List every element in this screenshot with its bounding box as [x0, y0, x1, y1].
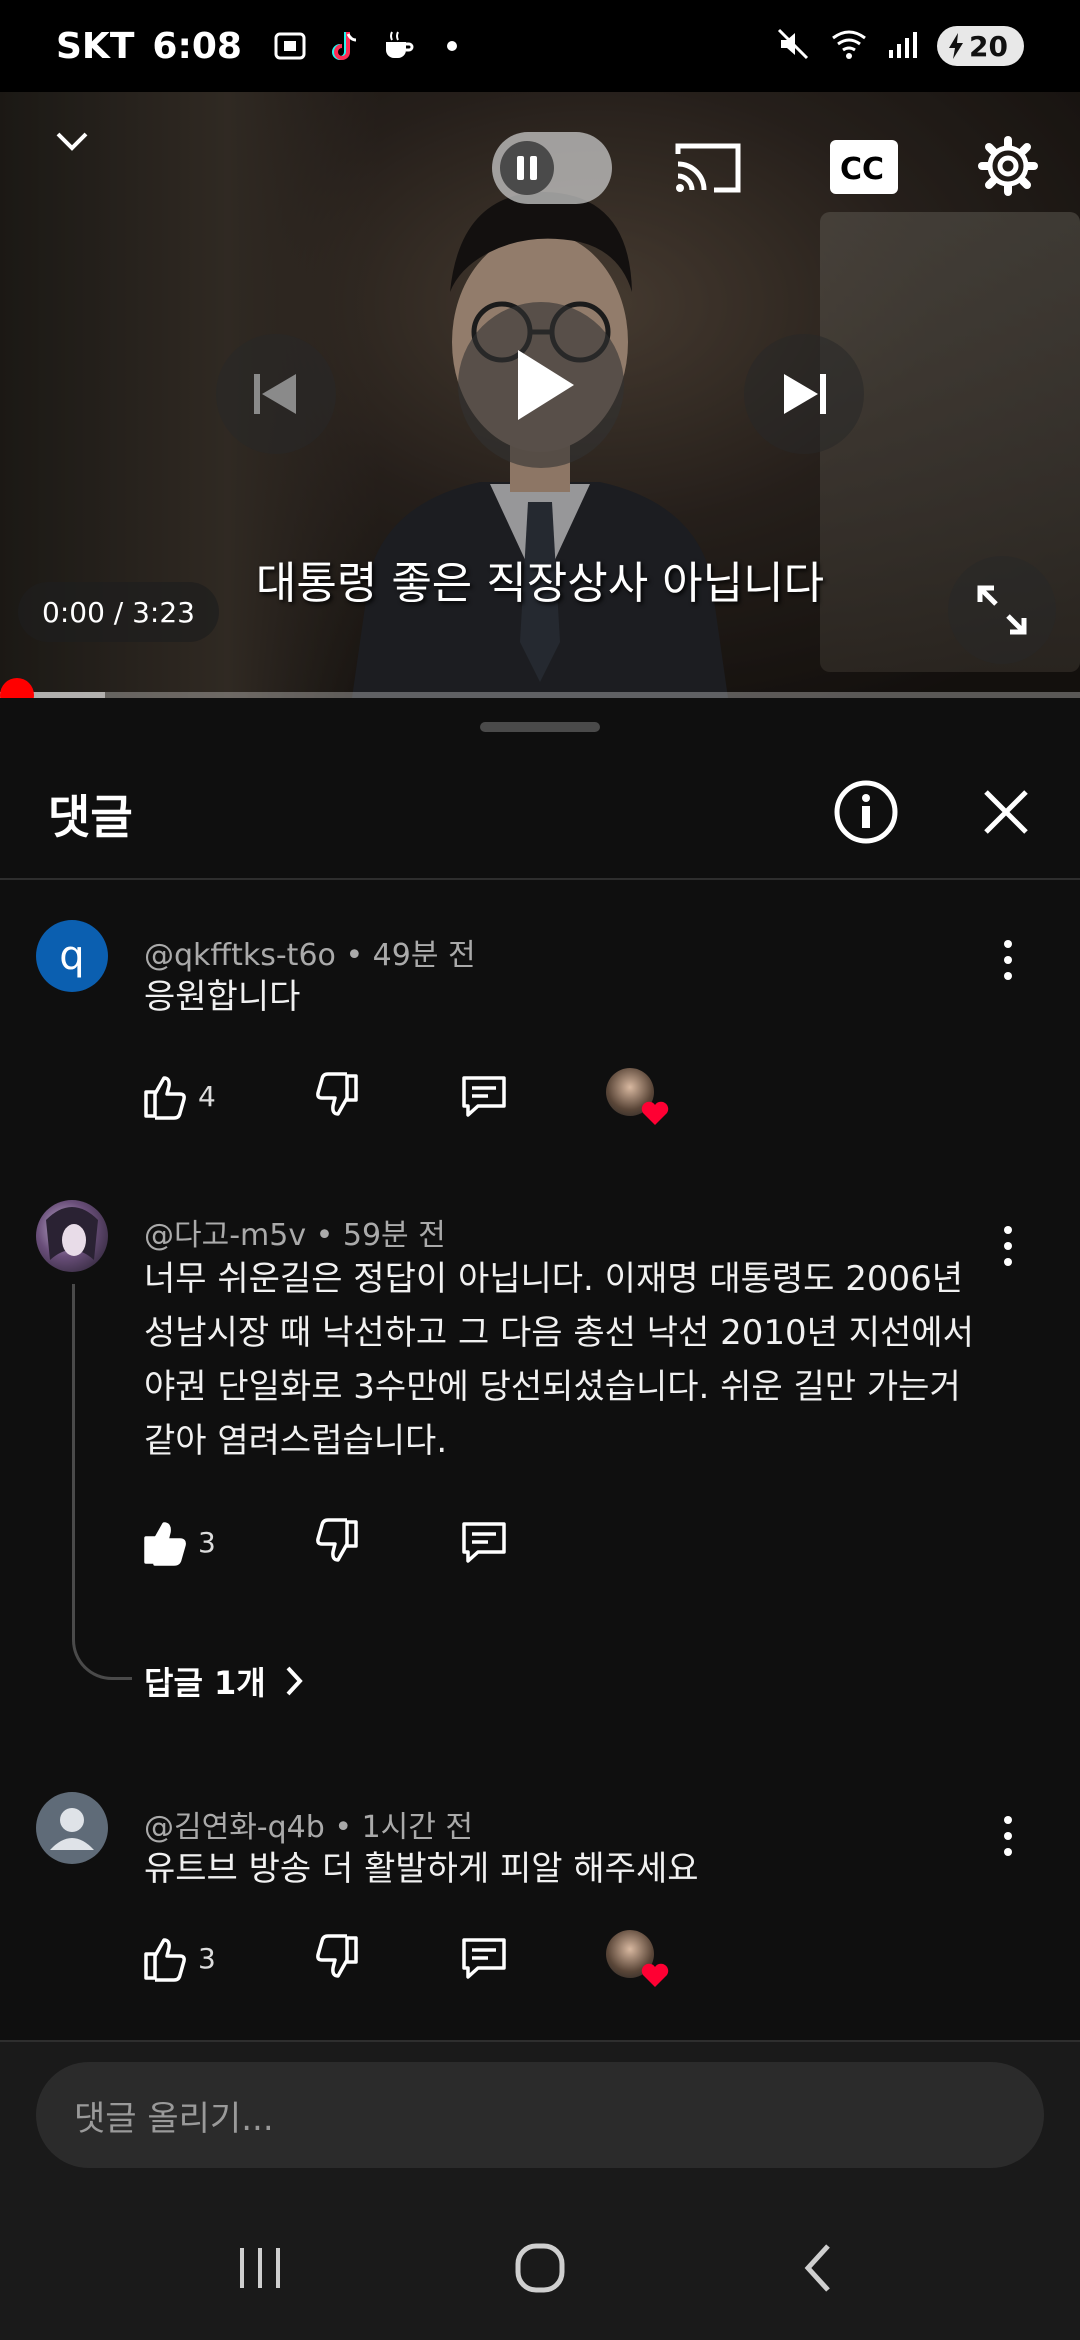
recent-apps-icon[interactable]	[230, 2238, 290, 2302]
comment-text: 너무 쉬운길은 정답이 아닙니다. 이재명 대통령도 2006년 성남시장 때 …	[144, 1259, 974, 1461]
comment-author[interactable]: @김연화-q4b	[144, 1810, 325, 1845]
comment-meta: @qkfftks-t6o • 49분 전	[144, 938, 476, 973]
video-player[interactable]: CC 대통령 좋은 직장상사 아닙니다 0:00 / 3:23	[0, 92, 1080, 698]
status-bar: SKT 6:08 20	[0, 0, 1080, 92]
reply-icon	[462, 1938, 506, 1979]
battery-level: 20	[969, 29, 1008, 63]
progress-bar[interactable]	[0, 692, 1080, 698]
wifi-icon	[829, 26, 869, 66]
heart-icon	[641, 1963, 669, 1987]
avatar[interactable]	[36, 1792, 108, 1864]
avatar[interactable]	[36, 1200, 108, 1272]
comment-age: 59분 전	[342, 1218, 446, 1253]
svg-text:CC: CC	[840, 152, 884, 185]
comment-meta: @김연화-q4b • 1시간 전	[144, 1810, 474, 1845]
comments-header: 댓글	[0, 750, 1080, 880]
dislike-button[interactable]	[310, 1064, 458, 1128]
cast-icon[interactable]	[670, 130, 746, 206]
notification-dot-icon	[432, 26, 472, 66]
avatar[interactable]: q	[36, 920, 108, 992]
more-options-icon[interactable]	[990, 1216, 1026, 1276]
next-video-icon[interactable]	[744, 334, 864, 454]
comment-input[interactable]: 댓글 올리기...	[36, 2062, 1044, 2168]
like-button[interactable]: 3	[140, 1510, 310, 1574]
creator-heart-badge	[606, 1064, 669, 1128]
like-count: 3	[198, 1525, 216, 1559]
autoplay-pause-icon	[500, 141, 554, 195]
dislike-button[interactable]	[310, 1510, 458, 1574]
carrier-label: SKT	[56, 25, 135, 67]
thumbs-up-filled-icon	[144, 1522, 186, 1566]
reply-icon	[462, 1522, 506, 1563]
heart-icon	[641, 1101, 669, 1125]
like-count: 3	[198, 1941, 216, 1975]
screenshot-icon	[270, 26, 310, 66]
comment-meta: @다고-m5v • 59분 전	[144, 1218, 446, 1253]
thumbs-down-icon	[316, 1072, 358, 1116]
reply-button[interactable]	[458, 1510, 606, 1574]
reply-button[interactable]	[458, 1064, 606, 1128]
thumbs-up-icon	[144, 1938, 186, 1982]
mute-icon	[775, 26, 811, 66]
reply-button[interactable]	[458, 1926, 606, 1990]
coffee-icon	[378, 26, 418, 66]
comment-age: 49분 전	[372, 938, 476, 973]
play-icon[interactable]	[458, 302, 624, 468]
comment-author[interactable]: @qkfftks-t6o	[144, 938, 336, 973]
autoplay-toggle[interactable]	[492, 132, 612, 204]
signal-icon	[887, 28, 919, 64]
comment-input-placeholder: 댓글 올리기...	[74, 2098, 274, 2139]
fullscreen-icon[interactable]	[948, 556, 1056, 664]
thumbs-down-icon	[316, 1934, 358, 1978]
captions-cc-icon[interactable]: CC	[830, 140, 898, 194]
clock: 6:08	[152, 25, 242, 67]
minimize-chevron-icon[interactable]	[40, 110, 104, 174]
reply-icon	[462, 1076, 506, 1117]
replies-label: 답글 1개	[144, 1664, 266, 1702]
dislike-button[interactable]	[310, 1926, 458, 1990]
home-icon[interactable]	[510, 2238, 570, 2302]
charging-bolt-icon	[949, 33, 964, 59]
like-button[interactable]: 3	[140, 1926, 310, 1990]
comment-text: 유트브 방송 더 활발하게 피알 해주세요	[144, 1849, 699, 1889]
back-icon[interactable]	[790, 2238, 850, 2302]
default-avatar-icon	[50, 1808, 94, 1850]
previous-video-icon[interactable]	[216, 334, 336, 454]
time-display: 0:00 / 3:23	[18, 582, 219, 642]
comment-text: 응원합니다	[144, 977, 301, 1017]
comment-age: 1시간 전	[361, 1810, 474, 1845]
battery-indicator: 20	[937, 26, 1024, 66]
info-icon[interactable]	[832, 778, 900, 850]
comment-author[interactable]: @다고-m5v	[144, 1218, 306, 1253]
like-button[interactable]: 4	[140, 1064, 310, 1128]
view-replies-button[interactable]: 답글 1개	[144, 1658, 308, 1704]
system-nav-bar	[0, 2200, 1080, 2340]
more-options-icon[interactable]	[990, 1806, 1026, 1866]
chevron-right-icon	[286, 1666, 303, 1696]
drag-handle[interactable]	[480, 722, 600, 732]
thread-line	[72, 1284, 132, 1680]
more-options-icon[interactable]	[990, 930, 1026, 990]
thumbs-down-icon	[316, 1518, 358, 1562]
thumbs-up-icon	[144, 1076, 186, 1120]
close-icon[interactable]	[980, 786, 1032, 842]
tiktok-icon	[324, 26, 364, 66]
creator-heart-badge	[606, 1926, 669, 1990]
like-count: 4	[198, 1079, 216, 1113]
settings-gear-icon[interactable]	[970, 128, 1046, 204]
comments-title: 댓글	[48, 790, 133, 844]
